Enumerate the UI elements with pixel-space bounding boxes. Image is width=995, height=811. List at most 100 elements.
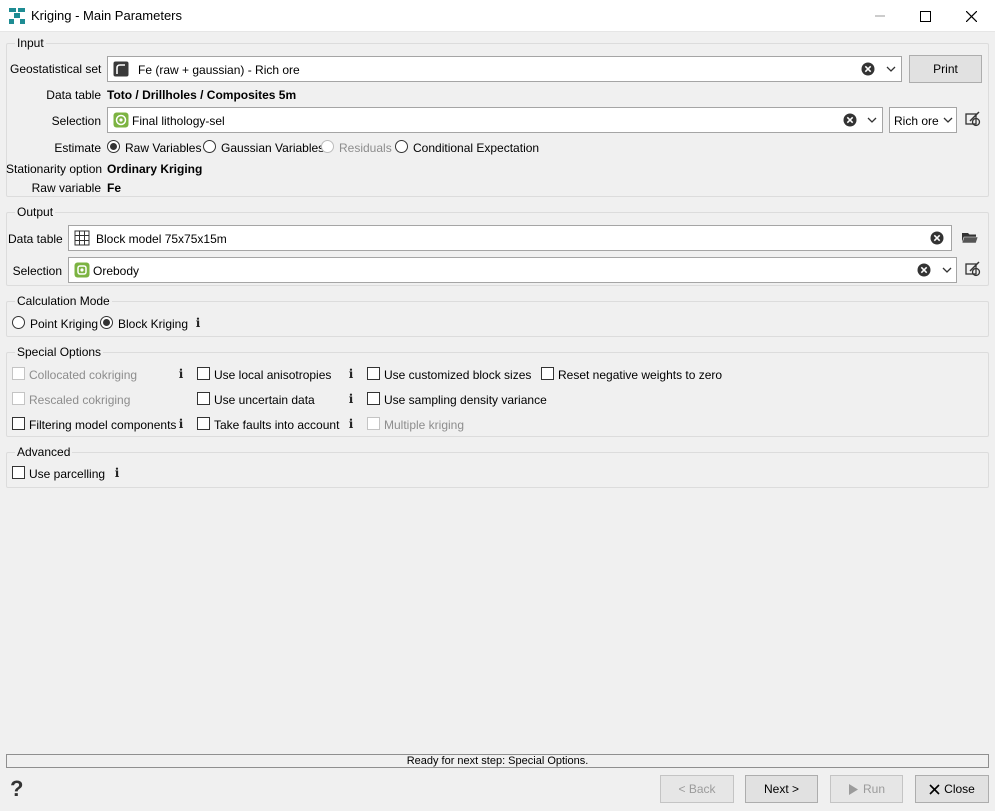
close-button[interactable]: Close (915, 775, 989, 803)
maximize-button[interactable] (902, 0, 948, 32)
input-group-title: Input (15, 36, 46, 50)
rawvar-value: Fe (107, 181, 122, 195)
next-button[interactable]: Next > (745, 775, 818, 803)
geostat-value: Fe (raw + gaussian) - Rich ore (138, 63, 300, 77)
clear-icon[interactable] (930, 231, 944, 245)
geostat-label: Geostatistical set (10, 62, 102, 76)
customized-block-sizes-label: Use customized block sizes (384, 368, 532, 382)
sampling-density-variance-checkbox[interactable] (367, 392, 380, 405)
minimize-button[interactable] (857, 0, 903, 32)
stationarity-value: Ordinary Kriging (107, 162, 203, 176)
multiple-kriging-label: Multiple kriging (384, 418, 465, 432)
parcelling-info-icon[interactable]: i (113, 467, 121, 479)
uncertain-data-checkbox[interactable] (197, 392, 210, 405)
faults-info-icon[interactable]: i (347, 418, 355, 430)
clear-icon[interactable] (917, 263, 931, 277)
raw-variables-radio[interactable] (107, 140, 120, 153)
collocated-cokriging-info-icon[interactable]: i (177, 368, 185, 380)
filtering-model-components-info-icon[interactable]: i (177, 418, 185, 430)
advanced-group: Advanced (6, 445, 989, 488)
window-title: Kriging - Main Parameters (31, 8, 182, 23)
run-button: Run (830, 775, 903, 803)
rescaled-cokriging-checkbox (12, 392, 25, 405)
chevron-down-icon[interactable] (943, 117, 953, 124)
raw-variables-label: Raw Variables (125, 141, 202, 155)
point-kriging-radio[interactable] (12, 316, 25, 329)
input-selection-value: Final lithology-sel (132, 114, 225, 128)
geostat-combo[interactable]: Fe (raw + gaussian) - Rich ore (107, 56, 902, 82)
input-selection-subset-combo[interactable]: Rich ore (889, 107, 957, 133)
filtering-model-components-checkbox[interactable] (12, 417, 25, 430)
close-icon (929, 783, 940, 795)
geostat-set-icon (113, 61, 129, 77)
advanced-group-title: Advanced (15, 445, 73, 459)
close-label: Close (944, 782, 975, 796)
gaussian-variables-radio[interactable] (203, 140, 216, 153)
residuals-radio (321, 140, 334, 153)
input-datatable-value: Toto / Drillholes / Composites 5m (107, 88, 297, 102)
special-options-group-title: Special Options (15, 345, 104, 359)
input-datatable-label: Data table (46, 88, 101, 102)
back-button: < Back (660, 775, 734, 803)
status-bar: Ready for next step: Special Options. (6, 754, 989, 768)
uncertain-data-label: Use uncertain data (214, 393, 315, 407)
selection-edit-icon[interactable] (964, 110, 982, 128)
parcelling-label: Use parcelling (29, 467, 106, 481)
selection-icon (113, 112, 129, 128)
close-icon (965, 10, 977, 22)
chevron-down-icon[interactable] (942, 267, 952, 274)
conditional-expectation-label: Conditional Expectation (413, 141, 540, 155)
selection-edit-icon[interactable] (964, 260, 982, 278)
local-anisotropies-label: Use local anisotropies (214, 368, 332, 382)
local-anisotropies-info-icon[interactable]: i (347, 368, 355, 380)
estimate-label: Estimate (54, 141, 101, 155)
input-selection-subset-value: Rich ore (894, 114, 939, 128)
rescaled-cokriging-label: Rescaled cokriging (29, 393, 131, 407)
kriging-app-icon (9, 8, 25, 24)
clear-icon[interactable] (843, 113, 857, 127)
output-datatable-label: Data table (8, 232, 63, 246)
output-datatable-field[interactable]: Block model 75x75x15m (68, 225, 952, 251)
reset-negative-weights-checkbox[interactable] (541, 367, 554, 380)
block-kriging-label: Block Kriging (118, 317, 189, 331)
chevron-down-icon[interactable] (886, 66, 896, 73)
run-label: Run (862, 782, 885, 796)
help-icon[interactable]: ? (10, 776, 23, 802)
point-kriging-label: Point Kriging (30, 317, 99, 331)
minimize-icon (875, 15, 885, 17)
uncertain-data-info-icon[interactable]: i (347, 393, 355, 405)
parcelling-checkbox[interactable] (12, 466, 25, 479)
grid-table-icon (74, 230, 90, 246)
multiple-kriging-checkbox (367, 417, 380, 430)
gaussian-variables-label: Gaussian Variables (221, 141, 325, 155)
block-kriging-radio[interactable] (100, 316, 113, 329)
filtering-model-components-label: Filtering model components (29, 418, 177, 432)
input-selection-combo[interactable]: Final lithology-sel (107, 107, 883, 133)
selection-icon (74, 262, 90, 278)
output-datatable-value: Block model 75x75x15m (96, 232, 227, 246)
local-anisotropies-checkbox[interactable] (197, 367, 210, 380)
faults-checkbox[interactable] (197, 417, 210, 430)
folder-open-icon[interactable] (961, 229, 979, 247)
output-group-title: Output (15, 205, 56, 219)
collocated-cokriging-checkbox (12, 367, 25, 380)
output-selection-value: Orebody (93, 264, 140, 278)
input-selection-label: Selection (51, 114, 101, 128)
chevron-down-icon[interactable] (867, 117, 877, 124)
close-window-button[interactable] (948, 0, 994, 32)
output-selection-label: Selection (12, 264, 62, 278)
customized-block-sizes-checkbox[interactable] (367, 367, 380, 380)
title-bar: Kriging - Main Parameters (0, 0, 995, 32)
maximize-icon (919, 10, 931, 22)
reset-negative-weights-label: Reset negative weights to zero (558, 368, 723, 382)
residuals-label: Residuals (339, 141, 392, 155)
stationarity-label: Stationarity option (6, 162, 103, 176)
output-selection-combo[interactable]: Orebody (68, 257, 957, 283)
conditional-expectation-radio[interactable] (395, 140, 408, 153)
print-button[interactable]: Print (909, 55, 982, 83)
faults-label: Take faults into account (214, 418, 340, 432)
clear-icon[interactable] (861, 62, 875, 76)
play-icon (848, 783, 858, 795)
block-kriging-info-icon[interactable]: i (194, 317, 202, 329)
sampling-density-variance-label: Use sampling density variance (384, 393, 547, 407)
